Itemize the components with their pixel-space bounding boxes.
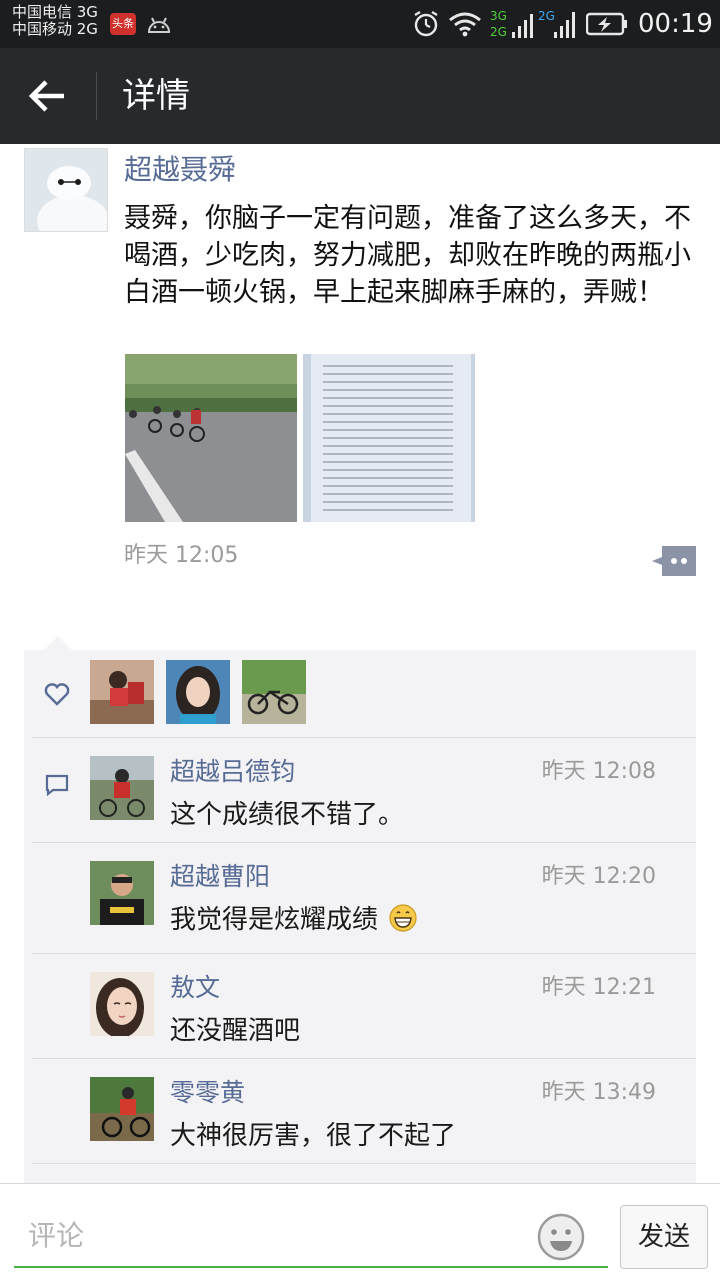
comment-time: 昨天 12:20 [541,864,656,889]
signal-3g-icon: 3G 2G [490,9,533,39]
comment-input[interactable]: 评论 [14,1208,608,1268]
commenter-name[interactable]: 超越吕德钧 [170,756,295,788]
like-avatar[interactable] [90,660,154,724]
post-author-name[interactable]: 超越聂舜 [124,152,236,188]
post-photo-results-sheet[interactable] [303,354,475,522]
svg-text:2G: 2G [538,9,555,23]
comment-menu-icon[interactable] [652,546,696,576]
post-timestamp: 昨天 12:05 [124,543,239,568]
likes-row [24,650,696,738]
comment-text: 大神很厉害，很了不起了 [170,1121,457,1151]
svg-text:3G: 3G [490,9,507,23]
comment-text: 我觉得是炫耀成绩 [170,903,418,937]
comment-time: 昨天 12:21 [541,975,656,1000]
comment-area-caret [44,636,72,650]
commenter-name[interactable]: 零零黄 [170,1077,245,1109]
commenter-name[interactable]: 超越曹阳 [170,861,270,893]
comment-time: 昨天 13:49 [541,1080,656,1105]
carrier-2: 中国移动 2G [12,20,98,38]
post-text: 聂舜，你脑子一定有问题，准备了这么多天，不喝酒，少吃肉，努力减肥，却败在昨晚的两… [124,203,691,308]
post-photo-cycling[interactable] [125,354,297,522]
divider [32,1163,696,1164]
comment-item[interactable]: 敖文 昨天 12:21 还没醒酒吧 [24,954,696,1058]
battery-charging-icon [586,12,627,36]
comment-item[interactable]: 超越吕德钧 昨天 12:08 这个成绩很不错了。 [24,738,696,842]
alarm-icon [414,10,438,37]
comment-input-bar: 评论 发送 [0,1183,720,1280]
comment-item[interactable]: 超越曹阳 昨天 12:20 我觉得是炫耀成绩 [24,843,696,953]
android-icon [147,17,171,33]
comment-text: 这个成绩很不错了。 [170,800,405,830]
grin-emoji-icon [389,904,417,932]
comment-input-placeholder: 评论 [28,1219,85,1252]
comment-bubble-icon [45,774,69,796]
comment-text-content: 我觉得是炫耀成绩 [170,905,379,935]
page-title: 详情 [122,76,190,116]
back-arrow-icon[interactable] [24,76,72,116]
carrier-1: 中国电信 3G [12,3,98,21]
title-bar: 详情 [0,48,720,144]
commenter-avatar[interactable] [90,756,154,820]
comment-item[interactable]: 零零黄 昨天 13:49 大神很厉害，很了不起了 [24,1059,696,1163]
wifi-icon [449,12,481,37]
commenter-avatar[interactable] [90,1077,154,1141]
comment-time: 昨天 12:08 [541,759,656,784]
like-avatar[interactable] [242,660,306,724]
commenter-name[interactable]: 敖文 [170,972,220,1004]
send-button[interactable]: 发送 [620,1205,708,1269]
commenter-avatar[interactable] [90,972,154,1036]
svg-text:2G: 2G [490,25,507,39]
comment-text: 还没醒酒吧 [170,1016,301,1046]
author-avatar[interactable] [24,148,108,232]
heart-icon [44,683,70,706]
like-avatar[interactable] [166,660,230,724]
status-bar: 中国电信 3G 中国移动 2G 头条 3G 2G 2G 00:19 [0,0,720,48]
commenter-avatar[interactable] [90,861,154,925]
title-divider [96,72,97,120]
news-app-icon: 头条 [110,13,136,35]
emoji-picker-icon[interactable] [536,1212,586,1262]
signal-2g-icon: 2G [538,9,575,38]
clock: 00:19 [638,9,713,39]
comment-area: 超越吕德钧 昨天 12:08 这个成绩很不错了。 超越曹阳 昨天 12:20 我… [24,650,696,1190]
